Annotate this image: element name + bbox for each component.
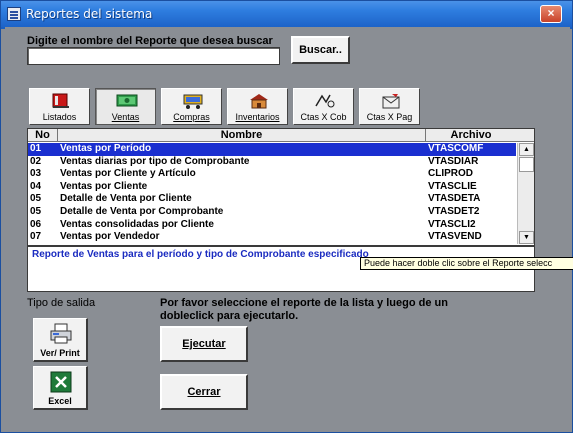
book-icon <box>52 93 69 108</box>
scroll-thumb[interactable] <box>519 157 534 172</box>
table-row[interactable]: 05 Detalle de Venta por Comprobante VTASDE… <box>28 206 516 219</box>
table-row[interactable]: 05 Detalle de Venta por Cliente VTASDETA <box>28 193 516 206</box>
title-bar[interactable]: Reportes del sistema × <box>1 1 572 27</box>
calculator-icon <box>315 94 335 108</box>
tab-compras[interactable]: Compras <box>161 88 222 125</box>
reports-window: Reportes del sistema × Digite el nombre … <box>0 0 573 433</box>
tab-ctas-x-cob[interactable]: Ctas X Cob <box>293 88 354 125</box>
excel-icon <box>50 371 72 393</box>
tab-label: Inventarios <box>235 112 280 122</box>
tab-label: Ctas X Cob <box>300 112 347 122</box>
money-icon <box>116 94 138 107</box>
tab-label: Listados <box>42 112 77 122</box>
tab-ctas-x-pag[interactable]: Ctas X Pag <box>359 88 420 125</box>
tab-label: Compras <box>173 112 210 122</box>
tooltip: Puede hacer doble clic sobre el Reporte … <box>360 257 573 270</box>
tab-label: Ventas <box>111 112 140 122</box>
instructions-text: Por favor seleccione el reporte de la li… <box>160 297 448 322</box>
close-dialog-button[interactable]: Cerrar <box>160 374 248 410</box>
cart-icon <box>183 94 203 109</box>
table-row[interactable]: 06 Ventas consolidadas por Cliente VTASCLI… <box>28 219 516 232</box>
table-row[interactable]: 07 Ventas por Vendedor VTASVEND <box>28 231 516 244</box>
envelope-icon <box>382 94 400 109</box>
search-button[interactable]: Buscar.. <box>291 36 350 64</box>
column-header-no[interactable]: No <box>28 129 58 142</box>
table-header: No Nombre Archivo <box>28 129 534 142</box>
print-label: Ver/ Print <box>40 348 80 358</box>
table-body: 01 Ventas por Período VTASCOMF 02 Ventas di… <box>28 143 516 244</box>
printer-icon <box>50 323 72 344</box>
table-scrollbar[interactable]: ▲ ▼ <box>517 143 534 244</box>
column-header-archivo[interactable]: Archivo <box>426 129 516 142</box>
table-row[interactable]: 01 Ventas por Período VTASCOMF <box>28 143 516 156</box>
window-icon <box>7 7 21 21</box>
warehouse-icon <box>250 94 268 109</box>
execute-button[interactable]: Ejecutar <box>160 326 248 362</box>
scroll-up-icon[interactable]: ▲ <box>519 143 534 156</box>
output-type-label: Tipo de salida <box>27 297 96 309</box>
table-row[interactable]: 04 Ventas por Cliente VTASCLIE <box>28 181 516 194</box>
search-input[interactable] <box>27 47 280 65</box>
reports-table[interactable]: No Nombre Archivo 01 Ventas por Período VT… <box>27 128 535 246</box>
scroll-down-icon[interactable]: ▼ <box>519 231 534 244</box>
print-button[interactable]: Ver/ Print <box>33 318 88 362</box>
table-row[interactable]: 03 Ventas por Cliente y Artículo CLIPROD <box>28 168 516 181</box>
tab-label: Ctas X Pag <box>366 112 413 122</box>
search-label: Digite el nombre del Reporte que desea b… <box>27 35 273 47</box>
excel-label: Excel <box>48 396 72 406</box>
table-row[interactable]: 02 Ventas diarias por tipo de Comprobante… <box>28 156 516 169</box>
close-button[interactable]: × <box>540 5 562 23</box>
client-area: Digite el nombre del Reporte que desea b… <box>5 27 573 430</box>
tab-inventarios[interactable]: Inventarios <box>227 88 288 125</box>
excel-button[interactable]: Excel <box>33 366 88 410</box>
tab-listados[interactable]: Listados <box>29 88 90 125</box>
tab-ventas[interactable]: Ventas <box>95 88 156 125</box>
window-title: Reportes del sistema <box>26 7 153 21</box>
column-header-nombre[interactable]: Nombre <box>58 129 426 142</box>
